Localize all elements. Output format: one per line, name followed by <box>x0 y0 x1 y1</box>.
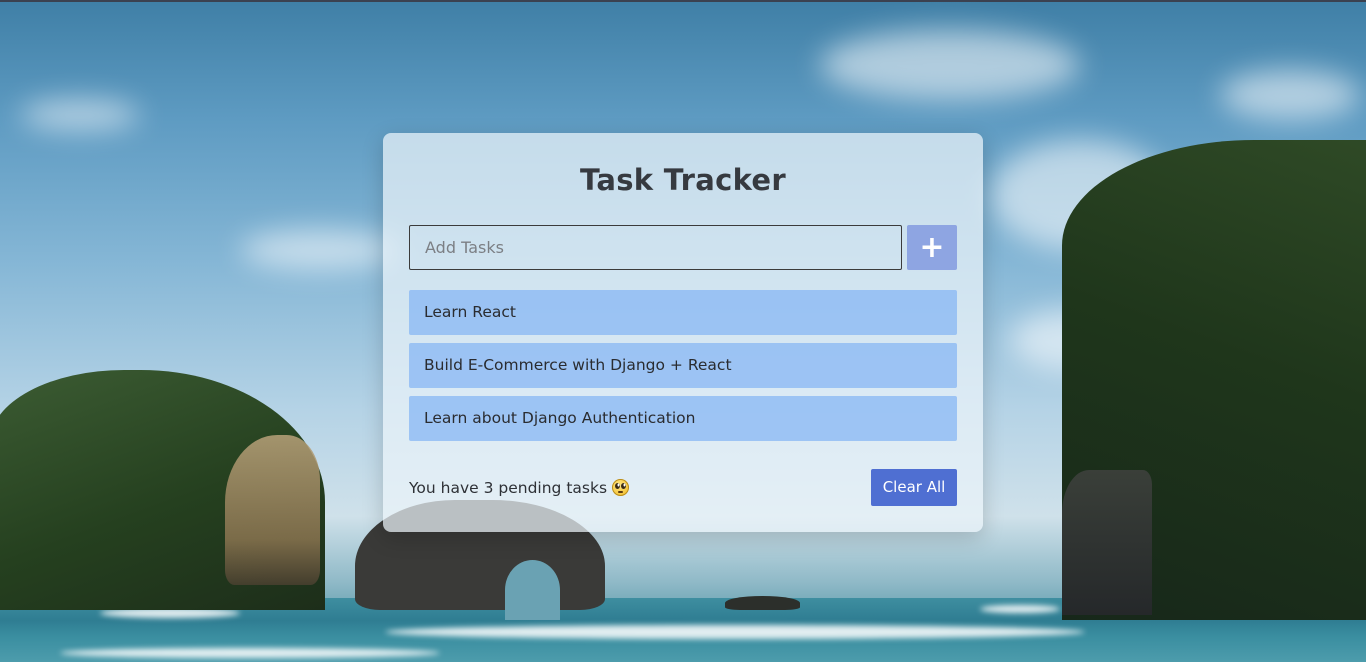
add-task-input[interactable] <box>409 225 902 270</box>
task-item[interactable]: Build E-Commerce with Django + React <box>409 343 957 388</box>
pending-count-text: You have 3 pending tasks <box>409 479 608 497</box>
pending-tasks-status: You have 3 pending tasks <box>409 477 630 499</box>
task-item[interactable]: Learn React <box>409 290 957 335</box>
top-border <box>0 0 1366 2</box>
add-task-button[interactable]: + <box>907 225 957 270</box>
task-tracker-card: Task Tracker + Learn React Build E-Comme… <box>383 133 983 532</box>
plus-icon: + <box>919 230 945 265</box>
app-title: Task Tracker <box>580 163 786 197</box>
task-item[interactable]: Learn about Django Authentication <box>409 396 957 441</box>
clear-all-button[interactable]: Clear All <box>871 469 957 506</box>
task-list: Learn React Build E-Commerce with Django… <box>409 290 957 449</box>
rolling-eyes-emoji-icon <box>612 479 630 496</box>
